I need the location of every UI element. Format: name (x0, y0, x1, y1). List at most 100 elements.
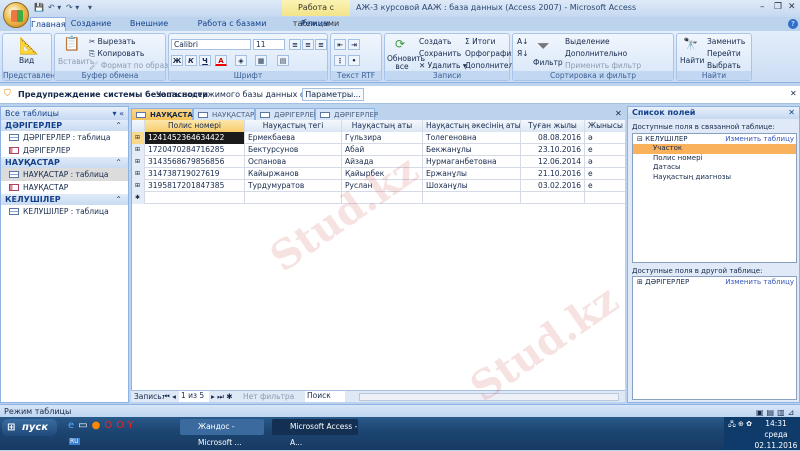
table-cell[interactable]: 23.10.2016 (521, 144, 585, 156)
numbered-list-icon[interactable]: ⋮ (334, 55, 346, 66)
table-cell[interactable]: Айзада (342, 156, 423, 168)
desktop-icon[interactable]: ▭ (78, 420, 91, 431)
sort-desc-icon[interactable]: Я↓ (517, 49, 529, 58)
font-color-button[interactable]: A (215, 55, 227, 66)
tab-database-tools[interactable]: Работа с базами данных (188, 17, 276, 42)
search-input[interactable]: Поиск (305, 391, 345, 402)
column-header[interactable]: Жынысы (585, 120, 625, 132)
column-header[interactable]: Туған жылы (521, 120, 585, 132)
minimize-icon[interactable]: – (760, 2, 765, 12)
row-selector[interactable]: ⊞ (132, 180, 145, 192)
table-cell[interactable]: Қайырбек (342, 168, 423, 180)
advanced-filter-button[interactable]: Дополнительно (565, 49, 627, 58)
collapse-icon[interactable]: ⌃ (115, 120, 122, 131)
related-table-node[interactable]: ⊟ КЕЛУШІЛЕР Изменить таблицу (633, 134, 796, 144)
task-access[interactable]: Microsoft Access - А... (272, 419, 358, 447)
table-cell[interactable]: Бектурсунов (245, 144, 342, 156)
column-header[interactable]: Науқастың тегі (245, 120, 342, 132)
tab-external-data[interactable]: Внешние данные (118, 17, 180, 42)
restore-icon[interactable]: ❐ (774, 2, 782, 12)
qat-customize-icon[interactable]: ▾ (88, 3, 92, 12)
close-warning-icon[interactable]: ✕ (790, 89, 797, 98)
row-selector[interactable] (132, 120, 145, 132)
doc-tab-naukastar-table[interactable]: НАУҚАСТАР (131, 108, 198, 120)
copy-button[interactable]: ⎘ Копировать (89, 49, 144, 59)
tab-datasheet[interactable]: Режим таблицы (284, 17, 346, 42)
bold-button[interactable]: Ж (171, 55, 183, 66)
nav-group[interactable]: КЕЛУШІЛЕР ⌃ (1, 194, 128, 205)
tray-icons[interactable]: 🖧 ⊕ ✿ (728, 420, 752, 431)
row-selector[interactable]: ⊞ (132, 132, 145, 144)
gridlines-icon[interactable]: ▦ (255, 55, 267, 66)
field-item[interactable]: Полис номері (633, 154, 796, 164)
table-cell[interactable]: 1720470284716285 (145, 144, 245, 156)
table-cell[interactable]: Абай (342, 144, 423, 156)
doc-tab-naukastar-form[interactable]: НАУҚАСТАР (193, 108, 255, 120)
table-cell[interactable]: 12.06.2014 (521, 156, 585, 168)
underline-button[interactable]: Ч (199, 55, 211, 66)
nav-item[interactable]: ДӘРІГЕРЛЕР (1, 144, 128, 157)
spelling-button[interactable]: Орфография (465, 49, 516, 58)
yandex-icon[interactable]: Y (128, 420, 138, 431)
font-size-select[interactable]: 11 (253, 39, 285, 50)
language-indicator[interactable]: RU (69, 438, 80, 445)
chevron-down-icon[interactable]: ▾ « (113, 107, 124, 120)
italic-button[interactable]: К (185, 55, 197, 66)
other-table-node[interactable]: ⊞ ДӘРІГЕРЛЕР Изменить таблицу (633, 277, 796, 287)
doc-tab-dariger-table[interactable]: ДӘРІГЕРЛЕР (255, 108, 318, 120)
table-cell[interactable]: 08.08.2016 (521, 132, 585, 144)
table-cell[interactable] (585, 192, 625, 204)
close-icon[interactable]: ✕ (788, 2, 796, 12)
start-button[interactable]: ⊞ пуск (2, 419, 57, 436)
nav-item[interactable]: НАУҚАСТАР (1, 181, 128, 194)
find-button[interactable]: Найти (680, 56, 704, 65)
table-cell[interactable] (423, 192, 521, 204)
task-word[interactable]: Жандос - Microsoft ... (180, 419, 264, 447)
column-header[interactable]: Науқастың әкесінің аты (423, 120, 521, 132)
font-name-select[interactable]: Calibri (171, 39, 251, 50)
table-cell[interactable]: Гүльзира (342, 132, 423, 144)
table-cell[interactable] (145, 192, 245, 204)
collapse-icon[interactable]: ⌃ (115, 157, 122, 168)
ie-icon[interactable]: e (68, 420, 78, 431)
collapse-icon[interactable]: ⌃ (115, 194, 122, 205)
row-selector[interactable]: ✱ (132, 192, 145, 204)
table-cell[interactable]: Турдумуратов (245, 180, 342, 192)
table-cell[interactable] (521, 192, 585, 204)
outdent-icon[interactable]: ⇥ (348, 39, 360, 50)
field-item[interactable]: Датасы (633, 163, 796, 173)
align-center-icon[interactable]: ≡ (302, 39, 314, 50)
redo-icon[interactable]: ↷ ▾ (66, 3, 79, 12)
horizontal-scrollbar[interactable] (359, 393, 619, 401)
table-cell[interactable] (342, 192, 423, 204)
table-cell[interactable]: Ермекбаева (245, 132, 342, 144)
table-cell[interactable]: Ержанұлы (423, 168, 521, 180)
edit-table-link[interactable]: Изменить таблицу (725, 277, 794, 287)
format-painter-button[interactable]: 🖌 Формат по образцу (89, 61, 178, 70)
nav-item[interactable]: НАУҚАСТАР : таблица (1, 168, 128, 181)
edit-table-link[interactable]: Изменить таблицу (725, 134, 794, 144)
refresh-all-button[interactable]: Обновить все (387, 55, 425, 71)
fill-color-icon[interactable]: ◈ (235, 55, 247, 66)
undo-icon[interactable]: ↶ ▾ (48, 3, 61, 12)
next-record-icon[interactable]: ▸ ⏭ ✱ (211, 392, 233, 402)
delete-record-button[interactable]: ✕ Удалить ▾ (419, 61, 467, 70)
column-header[interactable]: Полис номері (145, 120, 245, 132)
table-cell[interactable]: 03.02.2016 (521, 180, 585, 192)
nav-item[interactable]: ДӘРІГЕРЛЕР : таблица (1, 131, 128, 144)
save-record-button[interactable]: Сохранить (419, 49, 461, 58)
table-cell[interactable]: е (585, 144, 625, 156)
table-cell[interactable]: е (585, 180, 625, 192)
table-cell[interactable]: Нурмаганбетовна (423, 156, 521, 168)
indent-icon[interactable]: ⇤ (334, 39, 346, 50)
table-cell[interactable]: Кайыржанов (245, 168, 342, 180)
doc-tab-dariger-form[interactable]: ДӘРІГЕРЛЕР (315, 108, 378, 120)
view-button[interactable]: Вид (19, 56, 34, 65)
firefox-icon[interactable]: ● (92, 420, 105, 431)
table-cell[interactable]: 1241452364634422 (145, 132, 245, 144)
tab-home[interactable]: Главная (30, 17, 66, 31)
nav-group[interactable]: ДӘРІГЕРЛЕР ⌃ (1, 120, 128, 131)
office-button[interactable] (3, 2, 29, 28)
table-cell[interactable]: Шоханұлы (423, 180, 521, 192)
field-item[interactable]: Науқастың диагнозы (633, 173, 796, 183)
